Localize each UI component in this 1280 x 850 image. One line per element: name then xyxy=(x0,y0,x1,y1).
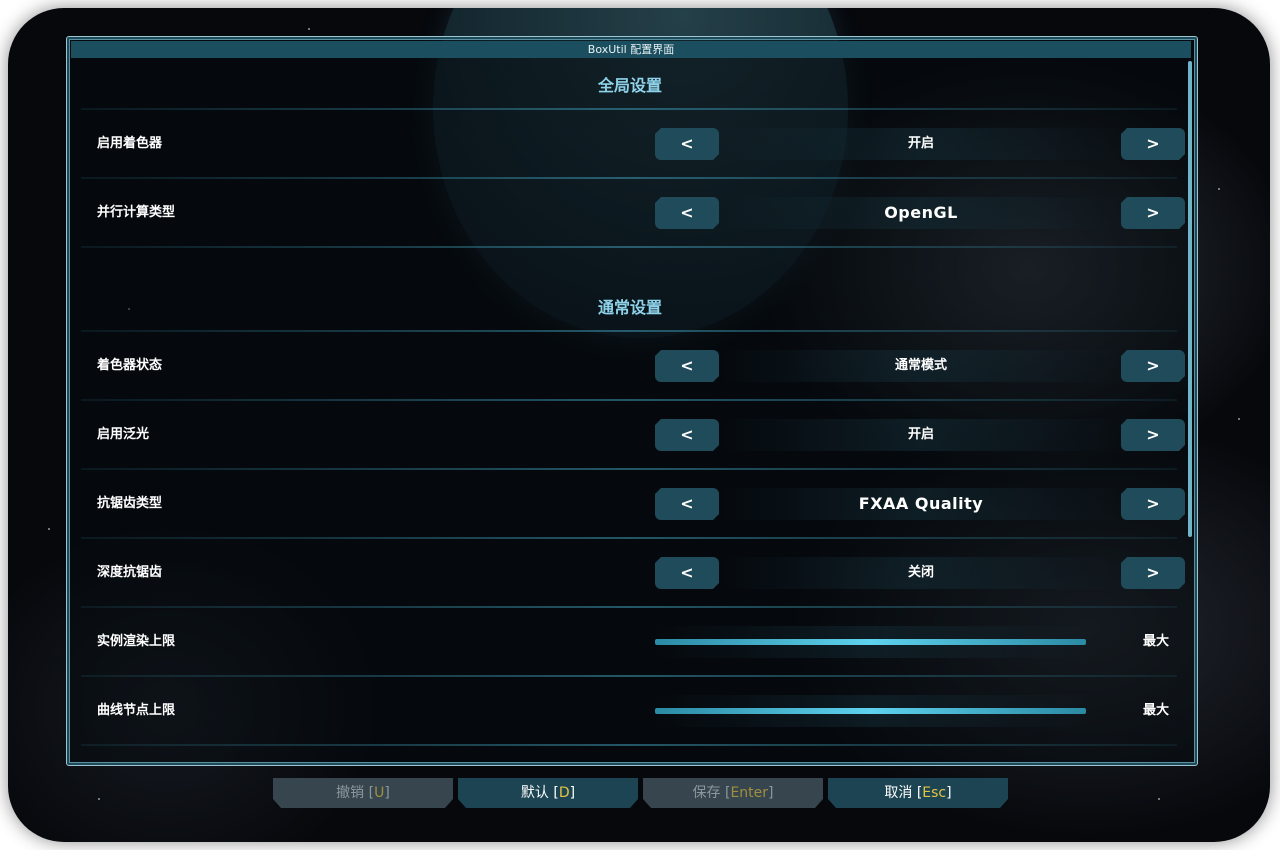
star xyxy=(308,28,310,30)
next-button[interactable]: > xyxy=(1121,557,1185,589)
save-key: Enter xyxy=(730,785,769,801)
curve-node-limit-slider[interactable] xyxy=(655,708,1086,714)
save-bracket: ] xyxy=(768,785,774,801)
slider-value: 最大 xyxy=(1142,634,1169,649)
undo-bracket: ] xyxy=(384,785,390,801)
undo-key: U xyxy=(374,785,385,801)
config-panel: BoxUtil 配置界面 全局设置 启用着色器 < 开启 > 并行计算类型 < … xyxy=(66,36,1198,766)
setting-label: 深度抗锯齿 xyxy=(97,565,163,580)
prev-button[interactable]: < xyxy=(655,488,719,520)
prev-button[interactable]: < xyxy=(655,419,719,451)
prev-button[interactable]: < xyxy=(655,128,719,160)
section-title-global: 全局设置 xyxy=(597,76,662,95)
star xyxy=(48,528,50,530)
setting-label: 并行计算类型 xyxy=(97,205,176,220)
default-bracket: ] xyxy=(569,785,576,801)
prev-button[interactable]: < xyxy=(655,350,719,382)
cancel-label: 取消 [ xyxy=(884,785,923,801)
divider xyxy=(81,399,1177,401)
cancel-button[interactable]: 取消 [Esc] xyxy=(828,778,1008,808)
setting-value: FXAA Quality xyxy=(721,488,1121,520)
save-label: 保存 [ xyxy=(692,785,731,801)
setting-value: 通常模式 xyxy=(721,350,1121,382)
slider-value: 最大 xyxy=(1142,703,1169,718)
setting-label: 着色器状态 xyxy=(97,358,163,373)
setting-label: 启用泛光 xyxy=(97,427,150,442)
instance-limit-slider[interactable] xyxy=(655,639,1086,645)
divider xyxy=(81,468,1177,470)
next-button[interactable]: > xyxy=(1121,128,1185,160)
setting-label: 抗锯齿类型 xyxy=(97,496,163,511)
save-button[interactable]: 保存 [Enter] xyxy=(643,778,823,808)
undo-button[interactable]: 撤销 [U] xyxy=(273,778,453,808)
next-button[interactable]: > xyxy=(1121,197,1185,229)
slider-label: 实例渲染上限 xyxy=(97,634,176,649)
cancel-bracket: ] xyxy=(946,785,952,801)
setting-value: OpenGL xyxy=(721,197,1121,229)
section-title-general: 通常设置 xyxy=(597,298,662,317)
divider xyxy=(81,177,1177,179)
divider xyxy=(81,606,1177,608)
divider xyxy=(81,246,1177,248)
next-button[interactable]: > xyxy=(1121,350,1185,382)
slider-label: 曲线节点上限 xyxy=(97,703,176,718)
prev-button[interactable]: < xyxy=(655,557,719,589)
next-button[interactable]: > xyxy=(1121,488,1185,520)
star xyxy=(98,798,100,800)
divider xyxy=(81,675,1177,677)
default-label: 默认 [ xyxy=(520,785,559,801)
setting-value: 关闭 xyxy=(721,557,1121,589)
setting-value: 开启 xyxy=(721,128,1121,160)
setting-label: 启用着色器 xyxy=(97,136,163,151)
prev-button[interactable]: < xyxy=(655,197,719,229)
star xyxy=(1218,188,1220,190)
next-button[interactable]: > xyxy=(1121,419,1185,451)
star xyxy=(1158,798,1160,800)
default-button[interactable]: 默认 [D] xyxy=(458,778,638,808)
divider xyxy=(81,537,1177,539)
default-key: D xyxy=(558,785,570,801)
divider xyxy=(81,108,1177,110)
undo-label: 撤销 [ xyxy=(336,785,375,801)
star xyxy=(1238,418,1240,420)
divider xyxy=(81,744,1177,746)
cancel-key: Esc xyxy=(922,785,947,801)
window-title: BoxUtil 配置界面 xyxy=(71,41,1191,58)
setting-value: 开启 xyxy=(721,419,1121,451)
divider xyxy=(81,330,1177,332)
